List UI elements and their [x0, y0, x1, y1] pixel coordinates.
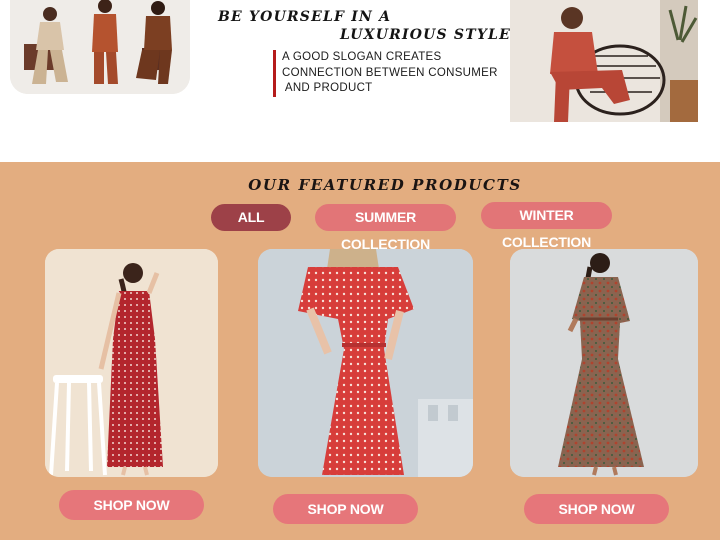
shop-now-button-2[interactable]: SHOP NOW: [273, 494, 418, 524]
hero-section: BE YOURSELF IN A LUXURIOUS STYLE A GOOD …: [0, 0, 720, 162]
tagline-line-1: BE YOURSELF IN A: [218, 9, 392, 25]
slogan-text: A GOOD SLOGAN CREATES CONNECTION BETWEEN…: [273, 50, 503, 97]
slogan-line-1: A GOOD SLOGAN CREATES: [282, 51, 442, 63]
filter-all-button[interactable]: ALL: [211, 204, 291, 231]
shop-now-button-1[interactable]: SHOP NOW: [59, 490, 204, 520]
featured-title: OUR FEATURED PRODUCTS: [248, 176, 522, 194]
slogan-line-3: AND PRODUCT: [282, 82, 373, 94]
featured-products-section: OUR FEATURED PRODUCTS ALL SUMMER COLLECT…: [0, 162, 720, 540]
filter-winter-collection-button[interactable]: WINTER COLLECTION: [481, 202, 612, 250]
tagline-line-2: LUXURIOUS STYLE: [340, 27, 511, 43]
product-image-2[interactable]: [258, 249, 473, 477]
hero-model-photo: [510, 0, 698, 122]
shop-now-button-3[interactable]: SHOP NOW: [524, 494, 669, 524]
filter-summer-collection-button[interactable]: SUMMER COLLECTION: [315, 204, 456, 252]
product-image-1[interactable]: [45, 249, 218, 477]
product-image-3[interactable]: [510, 249, 698, 477]
slogan-line-2: CONNECTION BETWEEN CONSUMER: [282, 66, 498, 79]
hero-tagline: BE YOURSELF IN A LUXURIOUS STYLE: [218, 8, 511, 44]
hero-group-photo: [10, 0, 190, 94]
